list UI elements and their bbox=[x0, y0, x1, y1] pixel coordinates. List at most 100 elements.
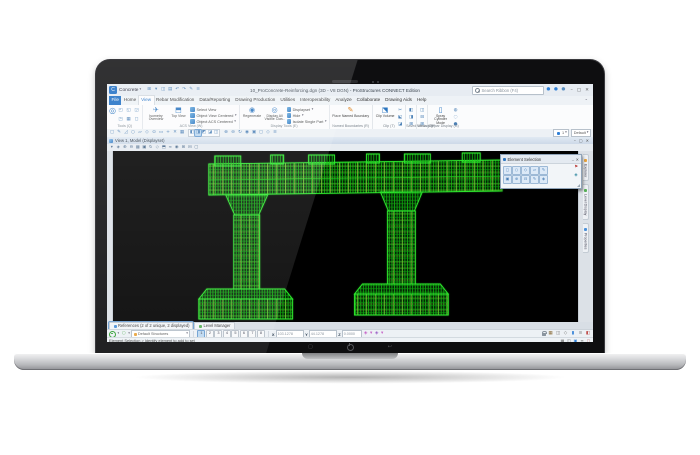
ribbon-tab[interactable]: Analyze bbox=[333, 96, 354, 105]
account-icon[interactable]: ● bbox=[561, 87, 567, 93]
view-window-control[interactable]: ▢ bbox=[579, 138, 583, 143]
view-toolbar-icon[interactable]: ▢ bbox=[194, 145, 200, 151]
clip-icon[interactable]: ✂ bbox=[397, 108, 403, 114]
ribbon-tab[interactable]: Drawing Production bbox=[233, 96, 278, 105]
drawing-tool-icon[interactable]: + bbox=[165, 130, 171, 136]
view-toolbar-icon[interactable]: ↻ bbox=[148, 145, 154, 151]
view-toolbar-icon[interactable]: ⬒ bbox=[161, 145, 167, 151]
statusbar-icon[interactable]: ▣ bbox=[573, 338, 578, 342]
statusbar-icon[interactable]: ▦ bbox=[560, 338, 565, 342]
ribbon-tab[interactable]: Help bbox=[414, 96, 428, 105]
top-view-button[interactable]: ⬒ Top View bbox=[168, 106, 189, 118]
view-toolbar-icon[interactable]: ⊕ bbox=[122, 145, 128, 151]
drawing-tool-icon[interactable]: ▦ bbox=[179, 130, 185, 136]
view-control-icon[interactable]: ◉ bbox=[244, 130, 250, 136]
ribbon-tab[interactable]: Drawing Aids bbox=[383, 96, 415, 105]
bottom-panel-tab[interactable]: References (2 of 2 unique, 2 displayed) bbox=[109, 322, 193, 329]
dialog-close-button[interactable]: ✕ bbox=[576, 157, 579, 162]
view-toolbar-icon[interactable]: ◉ bbox=[174, 145, 180, 151]
view-group-combo[interactable]: 1 ▾ bbox=[553, 129, 569, 137]
workflow-selector[interactable]: Concrete ▾ bbox=[119, 88, 141, 93]
account-icon[interactable]: ● bbox=[546, 87, 552, 93]
tools-icon[interactable]: ◱ bbox=[125, 108, 131, 114]
lock-icon[interactable] bbox=[542, 333, 546, 336]
tools-icon[interactable]: ◻ bbox=[133, 117, 139, 123]
drawing-tool-icon[interactable]: ▢ bbox=[109, 130, 115, 136]
power-icon[interactable] bbox=[347, 344, 354, 351]
selection-method-icon[interactable]: ▣ bbox=[503, 175, 512, 184]
chevron-down-icon[interactable]: ▾ bbox=[128, 332, 130, 335]
drawing-tool-icon[interactable]: ◿ bbox=[123, 130, 129, 136]
rebar-display-icon[interactable]: ◍ bbox=[453, 108, 459, 114]
spray-cylinder-mode-button[interactable]: ▯ Spray Cylinder Mode bbox=[430, 106, 451, 126]
window-icon[interactable]: ◫ bbox=[419, 108, 425, 114]
tools-icon[interactable]: ◰ bbox=[117, 108, 123, 114]
selection-mode-icon[interactable]: ◇ bbox=[521, 166, 530, 175]
selection-method-icon[interactable]: ◈ bbox=[539, 175, 548, 184]
selection-method-icon[interactable]: ⊟ bbox=[521, 175, 530, 184]
drawing-tool-icon[interactable]: ◇ bbox=[144, 130, 150, 136]
back-icon[interactable]: ↩ bbox=[388, 345, 392, 350]
ribbon-tab[interactable]: Home bbox=[121, 96, 138, 105]
view-control-icon[interactable]: ⊖ bbox=[230, 130, 236, 136]
style-combo[interactable]: Default ▾ bbox=[571, 129, 591, 137]
regenerate-button[interactable]: ◉ Regenerate bbox=[242, 106, 263, 118]
view-control-icon[interactable]: ▣ bbox=[251, 130, 257, 136]
ribbon-tab[interactable]: Data/Reporting bbox=[197, 96, 233, 105]
view-control-icon[interactable]: ◻ bbox=[258, 130, 264, 136]
statusbar-icon[interactable]: ◫ bbox=[567, 338, 572, 342]
drawing-tool-icon[interactable]: ▭ bbox=[158, 130, 164, 136]
statusbar-icon[interactable]: ≡ bbox=[580, 338, 585, 342]
window-control-button[interactable]: ✕ bbox=[585, 88, 589, 93]
selection-method-icon[interactable]: ⊕ bbox=[512, 175, 521, 184]
place-named-boundary-button[interactable]: ✎ Place Named Boundary bbox=[332, 106, 370, 118]
drawing-tool-icon[interactable]: ○ bbox=[130, 130, 136, 136]
view-control-icon[interactable]: ⊕ bbox=[223, 130, 229, 136]
drawing-tool-icon[interactable]: ▱ bbox=[137, 130, 143, 136]
object-view-centered-button[interactable]: Object View Centered ▾ bbox=[190, 113, 236, 118]
quick-access-icon[interactable]: ↶ bbox=[174, 87, 180, 93]
selection-mode-icon[interactable]: ○ bbox=[512, 166, 521, 175]
tools-icon[interactable]: ◲ bbox=[133, 108, 139, 114]
ribbon-tab[interactable]: Collaborate bbox=[354, 96, 383, 105]
selection-mode-icon[interactable]: ✎ bbox=[539, 166, 548, 175]
quick-access-icon[interactable]: ◫ bbox=[160, 87, 166, 93]
dock-tab[interactable]: Explorer bbox=[583, 154, 589, 181]
account-icon[interactable]: ● bbox=[553, 87, 559, 93]
view-toolbar-icon[interactable]: ⊞ bbox=[181, 145, 187, 151]
view-toolbar-icon[interactable]: ◇ bbox=[155, 145, 161, 151]
display-all-visible-button[interactable]: ◎ Display All Visible Clas.. bbox=[264, 106, 285, 122]
statusbar-icon[interactable]: ◻ bbox=[586, 338, 591, 342]
ribbon-tab[interactable]: Interoperability bbox=[298, 96, 333, 105]
view-toolbar-icon[interactable]: ≈ bbox=[168, 145, 174, 151]
selection-extra-icon[interactable]: ⚑ bbox=[573, 166, 579, 172]
isometry-overview-button[interactable]: ✈ Isometry Overview bbox=[145, 106, 166, 122]
quick-access-icon[interactable]: ✎ bbox=[188, 87, 194, 93]
view-control-icon[interactable]: ↻ bbox=[237, 130, 243, 136]
view-toolbar-icon[interactable]: ▦ bbox=[135, 145, 141, 151]
window-control-button[interactable]: ▢ bbox=[577, 88, 581, 93]
view-toolbar-icon[interactable]: ⊖ bbox=[129, 145, 135, 151]
selection-extra-icon[interactable]: ◈ bbox=[573, 174, 579, 180]
select-view-button[interactable]: Select View bbox=[190, 107, 236, 112]
element-selection-titlebar[interactable]: Element Selection – ✕ bbox=[501, 155, 581, 164]
bottom-panel-tab[interactable]: Level Manager bbox=[194, 322, 234, 329]
dialog-resize-handle[interactable] bbox=[577, 184, 580, 187]
window-control-button[interactable]: – bbox=[571, 88, 573, 93]
quick-access-icon[interactable]: ≡ bbox=[195, 87, 201, 93]
drawing-tool-icon[interactable]: ✎ bbox=[116, 130, 122, 136]
view-toolbar-icon[interactable]: ◈ bbox=[116, 145, 122, 151]
drawing-tool-icon[interactable]: ⊙ bbox=[151, 130, 157, 136]
ribbon-tab[interactable]: File bbox=[109, 96, 121, 105]
display-style-toggle[interactable]: ◫ bbox=[213, 130, 219, 136]
view-toolbar-icon[interactable]: ⊟ bbox=[187, 145, 193, 151]
rebar-display-icon[interactable]: ◌ bbox=[453, 115, 459, 121]
hide-button[interactable]: Hide ▾ bbox=[287, 113, 327, 118]
ribbon-tab[interactable]: Rebar Modification bbox=[154, 96, 197, 105]
view-window-control[interactable]: – bbox=[574, 138, 576, 143]
saved-views-icon[interactable]: ◧ bbox=[408, 108, 414, 114]
quick-access-icon[interactable]: ↷ bbox=[181, 87, 187, 93]
quick-access-icon[interactable]: ⊞ bbox=[146, 87, 152, 93]
dialog-minimize-button[interactable]: – bbox=[572, 157, 574, 162]
view-control-icon[interactable]: ◇ bbox=[265, 130, 271, 136]
